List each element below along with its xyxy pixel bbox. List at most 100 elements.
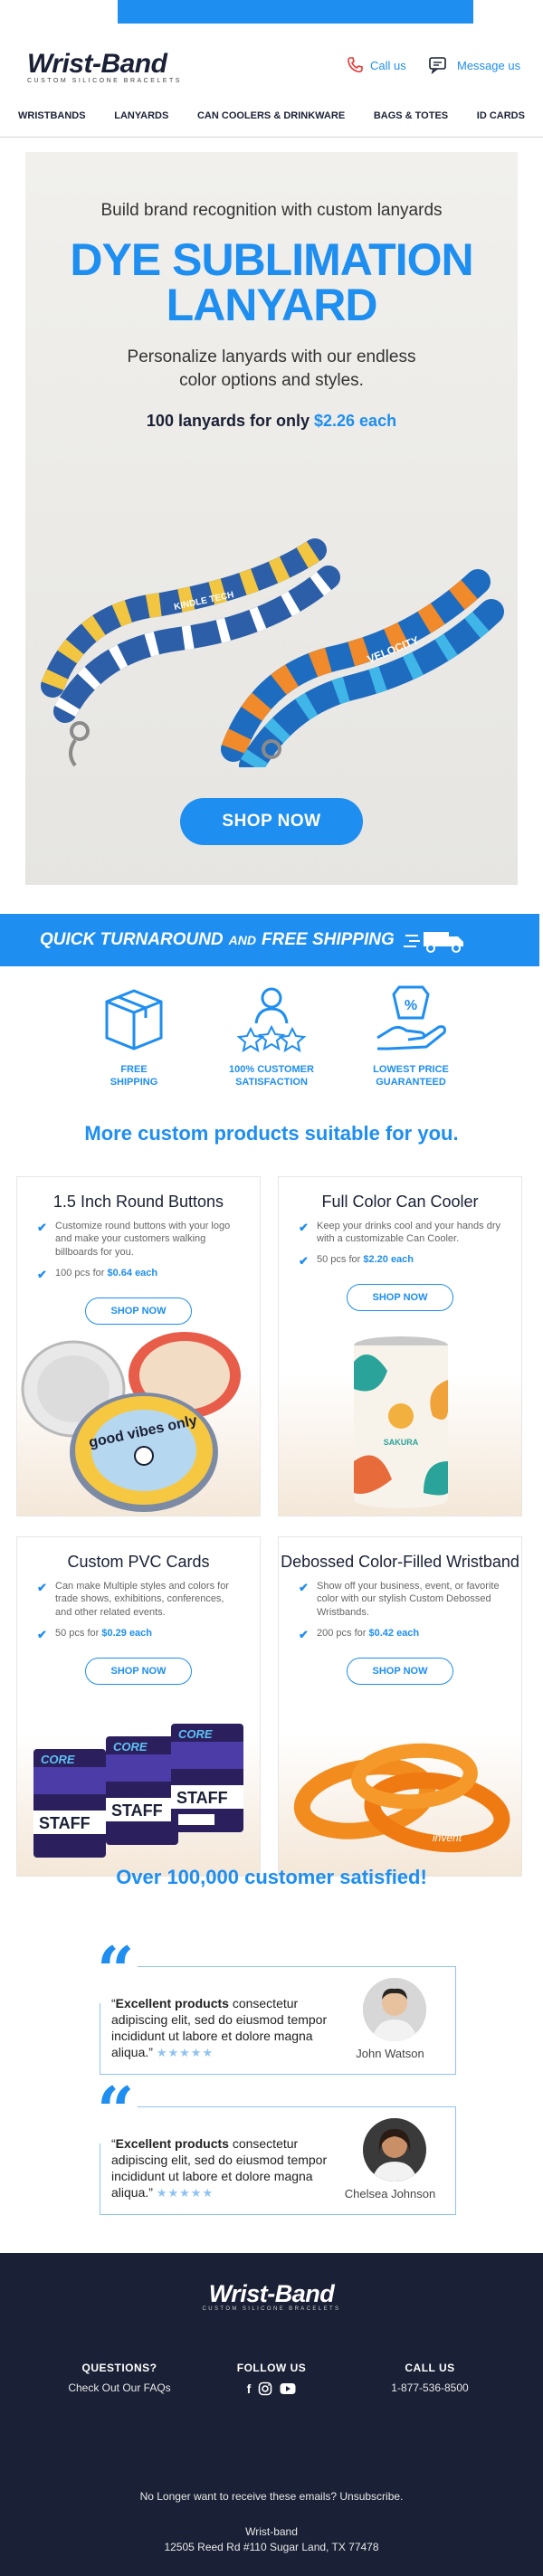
pvc-card-art-text-1: CORE (178, 1727, 213, 1741)
product-title: Full Color Can Cooler (321, 1193, 479, 1211)
price-hand-icon: % (376, 985, 446, 1050)
pvc-card-art-text-1: CORE (41, 1753, 75, 1766)
person-icon (363, 2118, 426, 2182)
unsubscribe-link[interactable]: No Longer want to receive these emails? … (0, 2490, 543, 2503)
header: Wrist-Band CUSTOM SILICONE BRACELETS Cal… (0, 36, 543, 100)
call-us-link[interactable]: Call us (346, 56, 406, 74)
footer-questions: QUESTIONS? Check Out Our FAQs (47, 2362, 192, 2394)
rating-stars: ★★★★★ (156, 2185, 214, 2200)
facebook-icon[interactable]: f (247, 2381, 252, 2396)
can-cooler-art-text: SAKURA (384, 1438, 419, 1447)
product-card-can-cooler[interactable]: Full Color Can Cooler ✔ Keep your drinks … (278, 1176, 522, 1516)
avatar (363, 2118, 426, 2182)
faq-link[interactable]: Check Out Our FAQs (47, 2381, 192, 2394)
check-icon: ✔ (299, 1254, 309, 1269)
feature-lowest-price: % LOWEST PRICE GUARANTEED (348, 982, 474, 1088)
shop-now-button[interactable]: SHOP NOW (347, 1657, 453, 1685)
check-icon: ✔ (37, 1268, 47, 1282)
product-price-prefix: 200 pcs for (317, 1628, 369, 1640)
satisfaction-icon (236, 987, 307, 1053)
hero-shop-now-button[interactable]: SHOP NOW (180, 798, 363, 845)
phone-icon (348, 57, 363, 73)
nav-item-id-cards[interactable]: ID CARDS (477, 110, 525, 137)
quote-icon: “ (93, 1938, 138, 2003)
product-price: ✔ 50 pcs for $0.29 each (17, 1627, 260, 1643)
hero-description: Personalize lanyards with our endless co… (127, 347, 416, 390)
hero-price-prefix: 100 lanyards for only (146, 412, 314, 431)
chat-icon (429, 57, 446, 74)
shipping-banner: QUICK TURNAROUND AND FREE SHIPPING (0, 914, 539, 966)
product-title: Custom PVC Cards (67, 1553, 210, 1571)
can-cooler-image: SAKURA (354, 1336, 448, 1508)
product-card-round-buttons[interactable]: 1.5 Inch Round Buttons ✔ Customize round … (16, 1176, 261, 1516)
product-price-prefix: 50 pcs for (317, 1254, 364, 1266)
feature-free-shipping: FREE SHIPPING (71, 982, 197, 1088)
nav-item-can-coolers[interactable]: CAN COOLERS & DRINKWARE (197, 110, 345, 137)
shop-now-button[interactable]: SHOP NOW (85, 1657, 192, 1685)
hero-price: 100 lanyards for only $2.26 each (25, 412, 518, 431)
feature-satisfaction-line2: SATISFACTION (235, 1076, 308, 1088)
footer-follow-heading: FOLLOW US (236, 2362, 307, 2374)
call-us-label: Call us (370, 58, 406, 72)
avatar (363, 1978, 426, 2041)
product-price: ✔ 100 pcs for $0.64 each (17, 1267, 260, 1283)
truck-icon (403, 932, 463, 953)
hero-title-line2: LANYARD (166, 280, 378, 330)
buttons-image: good vibes only (21, 1332, 241, 1512)
product-desc: ✔ Customize round buttons with your logo … (17, 1220, 260, 1260)
hero-title: DYE SUBLIMATION LANYARD (25, 237, 518, 328)
nav-item-lanyards[interactable]: LANYARDS (114, 110, 168, 137)
product-price-value: $0.42 each (368, 1628, 420, 1640)
review-card: “ “Excellent products consectetur adipis… (93, 2078, 456, 2215)
product-card-debossed-wristband[interactable]: Debossed Color-Filled Wristband ✔ Show of… (278, 1536, 522, 1877)
shop-now-button[interactable]: SHOP NOW (85, 1297, 192, 1325)
product-card-pvc-cards[interactable]: Custom PVC Cards ✔ Can make Multiple styl… (16, 1536, 261, 1877)
nav-item-wristbands[interactable]: WRISTBANDS (18, 110, 86, 137)
message-us-link[interactable]: Message us (429, 56, 520, 74)
youtube-icon[interactable] (280, 2381, 296, 2396)
product-desc-text: Show off your business, event, or favori… (317, 1580, 500, 1619)
review-bold: Excellent products (115, 2136, 229, 2151)
review-bold: Excellent products (115, 1996, 229, 2010)
footer-address-line: 12505 Reed Rd #110 Sugar Land, TX 77478 (164, 2540, 379, 2553)
wristband-art-text: invent (433, 1831, 462, 1844)
product-price: ✔ 50 pcs for $2.20 each (279, 1253, 521, 1269)
pvc-card-art-text-2: STAFF (111, 1801, 163, 1820)
product-desc-text: Customize round buttons with your logo a… (55, 1220, 231, 1259)
product-desc-text: Can make Multiple styles and colors for … (55, 1580, 229, 1619)
instagram-icon[interactable] (258, 2381, 272, 2396)
review-card: “ “Excellent products consectetur adipis… (93, 1938, 456, 2075)
brand-logo[interactable]: Wrist-Band CUSTOM SILICONE BRACELETS (27, 49, 182, 84)
footer-brand-tagline: CUSTOM SILICONE BRACELETS (202, 2306, 341, 2312)
lanyard-image: KINDLE TECH VELOCITY (41, 538, 504, 767)
product-price-value: $0.64 each (107, 1268, 158, 1279)
reviewer-name: Chelsea Johnson (344, 2187, 436, 2201)
footer-questions-heading: QUESTIONS? (81, 2362, 157, 2374)
check-icon: ✔ (37, 1628, 47, 1642)
box-icon (105, 989, 163, 1050)
footer-call: CALL US 1-877-536-8500 (357, 2362, 502, 2394)
wristbands-image: invent (293, 1743, 510, 1853)
brand-tagline: CUSTOM SILICONE BRACELETS (27, 78, 182, 84)
product-price-prefix: 100 pcs for (55, 1268, 108, 1279)
feature-lowest-price-line1: LOWEST PRICE (373, 1063, 449, 1075)
product-title: 1.5 Inch Round Buttons (52, 1193, 224, 1211)
check-icon: ✔ (37, 1580, 47, 1594)
hero-kicker: Build brand recognition with custom lany… (100, 201, 443, 220)
review-text: “Excellent products consectetur adipisci… (111, 2136, 342, 2201)
pvc-card-art-text-2: STAFF (176, 1789, 228, 1807)
pvc-cards-image: CORE STAFF CORE STAFF CORE STAFF (33, 1724, 243, 1858)
main-nav: WRISTBANDS LANYARDS CAN COOLERS & DRINKW… (0, 110, 543, 138)
features-row: FREE SHIPPING 100% CUSTOMER SATISFACTION… (0, 982, 543, 1095)
shop-now-button[interactable]: SHOP NOW (347, 1283, 453, 1311)
product-title: Debossed Color-Filled Wristband (281, 1553, 519, 1571)
nav-item-bags-totes[interactable]: BAGS & TOTES (374, 110, 448, 137)
footer-phone[interactable]: 1-877-536-8500 (357, 2381, 502, 2394)
shipping-banner-part1: QUICK TURNAROUND (40, 930, 224, 949)
feature-free-shipping-line1: FREE (120, 1063, 148, 1075)
quote-icon: “ (93, 2078, 138, 2143)
hero-price-value: $2.26 each (314, 412, 397, 431)
message-us-label: Message us (457, 58, 521, 72)
footer-logo[interactable]: Wrist-Band CUSTOM SILICONE BRACELETS (0, 2280, 543, 2312)
product-desc: ✔ Show off your business, event, or favor… (279, 1580, 521, 1621)
